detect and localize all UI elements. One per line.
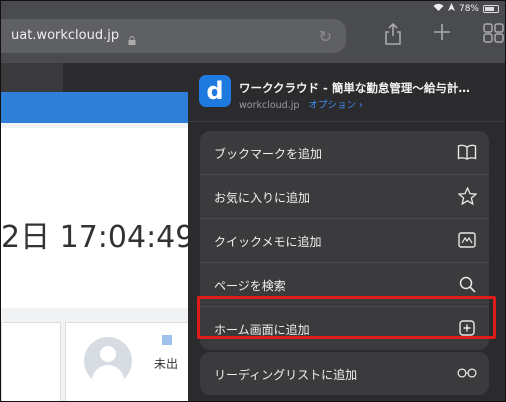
tab-overview-icon[interactable]: [483, 23, 505, 48]
status-badge: [162, 335, 172, 345]
action-label: リーディングリストに追加: [214, 368, 358, 382]
address-bar[interactable]: uat.workcloud.jp ↻: [1, 19, 346, 53]
site-icon: d: [199, 75, 231, 107]
share-icon[interactable]: [384, 22, 402, 50]
reload-icon[interactable]: ↻: [319, 27, 332, 46]
action-add-reading-list[interactable]: リーディングリストに追加: [200, 352, 489, 395]
glasses-icon: [457, 363, 477, 383]
star-icon: [457, 186, 477, 206]
time-panel: 2日 17:04:49: [1, 128, 201, 308]
new-tab-icon[interactable]: [433, 23, 451, 46]
action-label: お気に入りに追加: [214, 191, 311, 205]
status-bar: 78%: [433, 3, 499, 14]
battery-icon: [483, 4, 499, 13]
action-add-bookmark[interactable]: ブックマークを追加: [200, 131, 489, 175]
options-link[interactable]: オプション ›: [308, 100, 362, 111]
current-time: 2日 17:04:49: [1, 220, 195, 255]
share-subtitle: workcloud.jp オプション ›: [239, 97, 363, 111]
share-sheet: d ワーククラウド - 簡単な勤怠管理〜給与計… workcloud.jp オプ…: [188, 63, 505, 401]
browser-toolbar: 78% uat.workcloud.jp ↻: [1, 1, 505, 63]
screenshot-frame: 78% uat.workcloud.jp ↻ 2日 17:04:49 未出 d …: [0, 0, 506, 402]
employee-card[interactable]: [1, 322, 61, 401]
page-header-bar: [1, 92, 201, 123]
url-text: uat.workcloud.jp: [11, 28, 120, 43]
share-title: ワーククラウド - 簡単な勤怠管理〜給与計…: [239, 81, 470, 95]
share-site: workcloud.jp: [239, 100, 300, 111]
avatar: [84, 337, 132, 385]
book-icon: [457, 142, 477, 162]
wifi-icon: [433, 3, 444, 14]
search-icon: [457, 274, 477, 294]
highlight-box: [197, 296, 496, 339]
action-label: クイックメモに追加: [214, 235, 322, 249]
lock-icon: [128, 30, 136, 45]
action-add-quick-note[interactable]: クイックメモに追加: [200, 219, 489, 263]
quick-note-icon: [457, 230, 477, 250]
action-label: ページを検索: [214, 279, 286, 293]
action-label: ブックマークを追加: [214, 147, 323, 161]
action-add-favorite[interactable]: お気に入りに追加: [200, 175, 489, 219]
battery-percent: 78%: [458, 3, 479, 14]
action-group-secondary: リーディングリストに追加: [200, 352, 489, 395]
share-sheet-header: d ワーククラウド - 簡単な勤怠管理〜給与計… workcloud.jp オプ…: [188, 63, 505, 122]
active-tab[interactable]: [63, 63, 208, 92]
location-icon: [447, 3, 455, 14]
attendance-status: 未出: [154, 357, 179, 371]
